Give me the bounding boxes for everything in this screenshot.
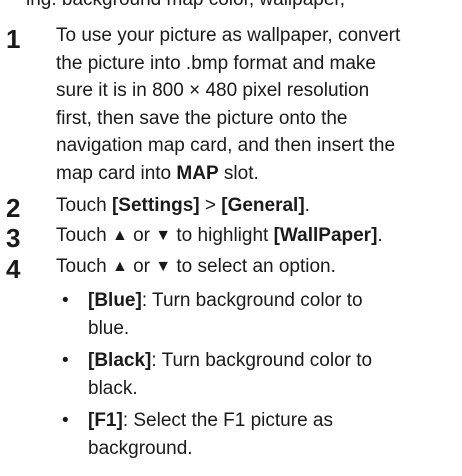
step-line: first, then save the picture onto the (56, 107, 348, 129)
bullet: • (62, 290, 69, 311)
wallpaper-label: [WallPaper] (273, 225, 378, 246)
option-line: black. (88, 377, 138, 399)
step-line: navigation map card, and then insert the (56, 135, 396, 156)
option-desc: : Turn background color to (141, 290, 363, 311)
option-desc: : Select the F1 picture as (122, 410, 333, 431)
text-run: or (127, 256, 156, 277)
step-line: the picture into .bmp format and make (56, 52, 376, 74)
step-number: 3 (6, 223, 21, 253)
step-number: 4 (6, 254, 21, 284)
step-text: Touch ▲ or ▼ to select an option. (56, 253, 456, 282)
option-line: [F1]: Select the F1 picture as (88, 407, 450, 435)
text-run: Touch (56, 195, 112, 216)
text-run: Touch (56, 225, 112, 246)
text-run: . (304, 195, 310, 216)
general-label: [General] (221, 195, 305, 216)
bullet: • (62, 350, 69, 371)
step-line: sure it is in 800 × 480 pixel resolution (56, 80, 370, 101)
option-label: [Black] (88, 350, 152, 371)
option-line: [Blue]: Turn background color to (88, 287, 450, 315)
text-run: > (199, 195, 222, 216)
map-slot-label: MAP (176, 162, 219, 184)
text-run: or (127, 225, 156, 246)
option-desc: : Turn background color to (151, 350, 373, 371)
option-text: [Blue]: Turn background color to blue. (88, 287, 450, 342)
up-arrow-icon: ▲ (111, 227, 128, 244)
text-run: map card into (56, 162, 177, 184)
cut-off-heading-line: ing: background map color, wallpaper, (26, 0, 345, 11)
option-text: [F1]: Select the F1 picture as backgroun… (88, 407, 450, 462)
step-number: 2 (6, 193, 21, 223)
step-line: map card into MAP slot. (56, 160, 456, 188)
bullet: • (62, 410, 69, 431)
step-text: Touch ▲ or ▼ to highlight [WallPaper]. (56, 222, 456, 251)
manual-page: ing: background map color, wallpaper, 1 … (0, 0, 462, 476)
option-label: [Blue] (88, 290, 142, 311)
down-arrow-icon: ▼ (155, 227, 172, 244)
text-run: Touch (56, 256, 112, 277)
option-line: background. (88, 437, 193, 459)
settings-label: [Settings] (111, 195, 200, 216)
option-line: [Black]: Turn background color to (88, 347, 450, 375)
option-line: blue. (88, 317, 130, 339)
option-label: [F1] (88, 410, 123, 431)
down-arrow-icon: ▼ (155, 258, 172, 275)
step-text: To use your picture as wallpaper, conver… (56, 22, 456, 187)
up-arrow-icon: ▲ (111, 258, 128, 275)
step-line: To use your picture as wallpaper, conver… (56, 25, 401, 46)
text-run: to highlight (171, 225, 274, 246)
step-number: 1 (6, 24, 21, 54)
text-run: to select an option. (171, 256, 336, 277)
step-text: Touch [Settings] > [General]. (56, 192, 456, 220)
text-run: . (377, 225, 383, 246)
option-text: [Black]: Turn background color to black. (88, 347, 450, 402)
text-run: slot. (218, 162, 259, 184)
